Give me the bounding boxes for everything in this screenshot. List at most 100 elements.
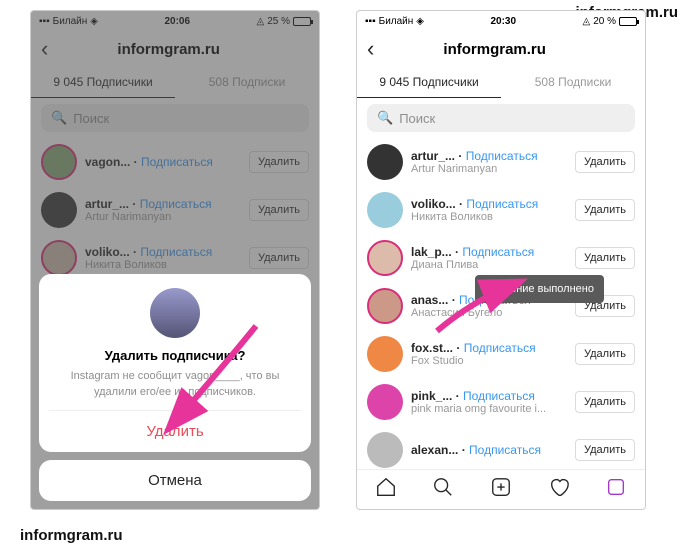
location-icon: ◬ [582,16,590,27]
list-item: artur_... · Подписаться Artur Narimanyan… [357,138,645,186]
subtitle: pink maria omg favourite i... [411,403,567,415]
confirm-remove-button[interactable]: Удалить [49,410,301,452]
list-item: alexan... · Подписаться Удалить [357,426,645,474]
battery-pct: 20 % [593,16,616,27]
avatar[interactable] [367,288,403,324]
avatar[interactable] [367,192,403,228]
watermark-bottom: informgram.ru [20,527,123,544]
list-item: voliko... · Подписаться Никита Воликов У… [357,186,645,234]
phone-left: ▪▪▪Билайн◈ 20:06 ◬25 % ‹ informgram.ru 9… [30,10,320,510]
username[interactable]: voliko... [411,197,456,211]
remove-button[interactable]: Удалить [575,151,635,173]
username[interactable]: lak_p... [411,245,452,259]
tabs: 9 045 Подписчики 508 Подписки [31,67,319,98]
list-item: pink_... · Подписаться pink maria omg fa… [357,378,645,426]
remove-button[interactable]: Удалить [575,391,635,413]
sheet-text: Instagram не сообщит vagon____, что вы у… [49,369,301,410]
avatar[interactable] [367,144,403,180]
sheet-title: Удалить подписчика? [49,348,301,363]
search-placeholder: Поиск [399,111,435,126]
sheet-avatar [150,288,200,338]
follow-link[interactable]: Подписаться [141,155,213,169]
phone-right: ▪▪▪Билайн◈ 20:30 ◬20 % ‹ informgram.ru 9… [356,10,646,510]
clock: 20:30 [490,16,516,27]
clock: 20:06 [164,16,190,27]
remove-button[interactable]: Удалить [249,151,309,173]
heart-icon[interactable] [548,476,570,503]
username[interactable]: artur_... [411,149,455,163]
search-icon: 🔍 [377,110,393,126]
search-icon: 🔍 [51,110,67,126]
remove-button[interactable]: Удалить [575,247,635,269]
avatar[interactable] [41,192,77,228]
follow-link[interactable]: Подписаться [469,443,541,457]
battery-pct: 25 % [267,16,290,27]
follower-list: artur_... · Подписаться Artur Narimanyan… [357,138,645,474]
profile-icon[interactable] [605,476,627,503]
list-item: artur_... · ПодписатьсяArtur Narimanyan … [31,186,319,234]
battery-icon [619,17,637,26]
list-item: vagon... · Подписаться Удалить [31,138,319,186]
bottom-nav [357,469,645,509]
carrier: Билайн [379,16,414,27]
tab-followers[interactable]: 9 045 Подписчики [357,67,501,98]
follow-link[interactable]: Подписаться [464,341,536,355]
status-bar: ▪▪▪Билайн◈ 20:30 ◬20 % [357,11,645,31]
follow-link[interactable]: Подписаться [466,197,538,211]
signal-icon: ▪▪▪ [365,16,376,27]
signal-icon: ▪▪▪ [39,16,50,27]
follow-link[interactable]: Подписаться [466,149,538,163]
remove-button[interactable]: Удалить [249,199,309,221]
remove-button[interactable]: Удалить [249,247,309,269]
toast: Удаление выполнено [475,275,604,303]
subtitle: Fox Studio [411,355,567,367]
tab-following[interactable]: 508 Подписки [501,67,645,98]
avatar[interactable] [367,240,403,276]
subtitle: Анастасия Бугело [411,307,567,319]
username[interactable]: pink_... [411,389,452,403]
remove-button[interactable]: Удалить [575,199,635,221]
cancel-button[interactable]: Отмена [39,460,311,501]
avatar[interactable] [367,384,403,420]
home-icon[interactable] [375,476,397,503]
search-placeholder: Поиск [73,111,109,126]
confirm-sheet: Удалить подписчика? Instagram не сообщит… [39,274,311,501]
avatar[interactable] [367,336,403,372]
follow-link[interactable]: Подписаться [462,245,534,259]
remove-button[interactable]: Удалить [575,343,635,365]
carrier: Билайн [53,16,88,27]
list-item: fox.st... · Подписаться Fox Studio Удали… [357,330,645,378]
wifi-icon: ◈ [90,16,98,27]
avatar[interactable] [41,240,77,276]
subtitle: Artur Narimanyan [85,211,241,223]
username[interactable]: artur_... [85,197,129,211]
follower-list: vagon... · Подписаться Удалить artur_...… [31,138,319,282]
search-input[interactable]: 🔍 Поиск [367,104,635,132]
wifi-icon: ◈ [416,16,424,27]
follow-link[interactable]: Подписаться [463,389,535,403]
remove-button[interactable]: Удалить [575,439,635,461]
subtitle: Никита Воликов [411,211,567,223]
tab-followers[interactable]: 9 045 Подписчики [31,67,175,98]
follow-link[interactable]: Подписаться [140,197,212,211]
username[interactable]: fox.st... [411,341,453,355]
avatar[interactable] [41,144,77,180]
subtitle: Artur Narimanyan [411,163,567,175]
subtitle: Никита Воликов [85,259,241,271]
avatar[interactable] [367,432,403,468]
username[interactable]: alexan... [411,443,458,457]
username[interactable]: voliko... [85,245,130,259]
add-icon[interactable] [490,476,512,503]
subtitle: Диана Плива [411,259,567,271]
follow-link[interactable]: Подписаться [140,245,212,259]
search-nav-icon[interactable] [432,476,454,503]
tab-following[interactable]: 508 Подписки [175,67,319,98]
tabs: 9 045 Подписчики 508 Подписки [357,67,645,98]
location-icon: ◬ [256,16,264,27]
page-title: informgram.ru [356,41,635,58]
search-input[interactable]: 🔍 Поиск [41,104,309,132]
username[interactable]: anas... [411,293,448,307]
status-bar: ▪▪▪Билайн◈ 20:06 ◬25 % [31,11,319,31]
battery-icon [293,17,311,26]
username[interactable]: vagon... [85,155,130,169]
